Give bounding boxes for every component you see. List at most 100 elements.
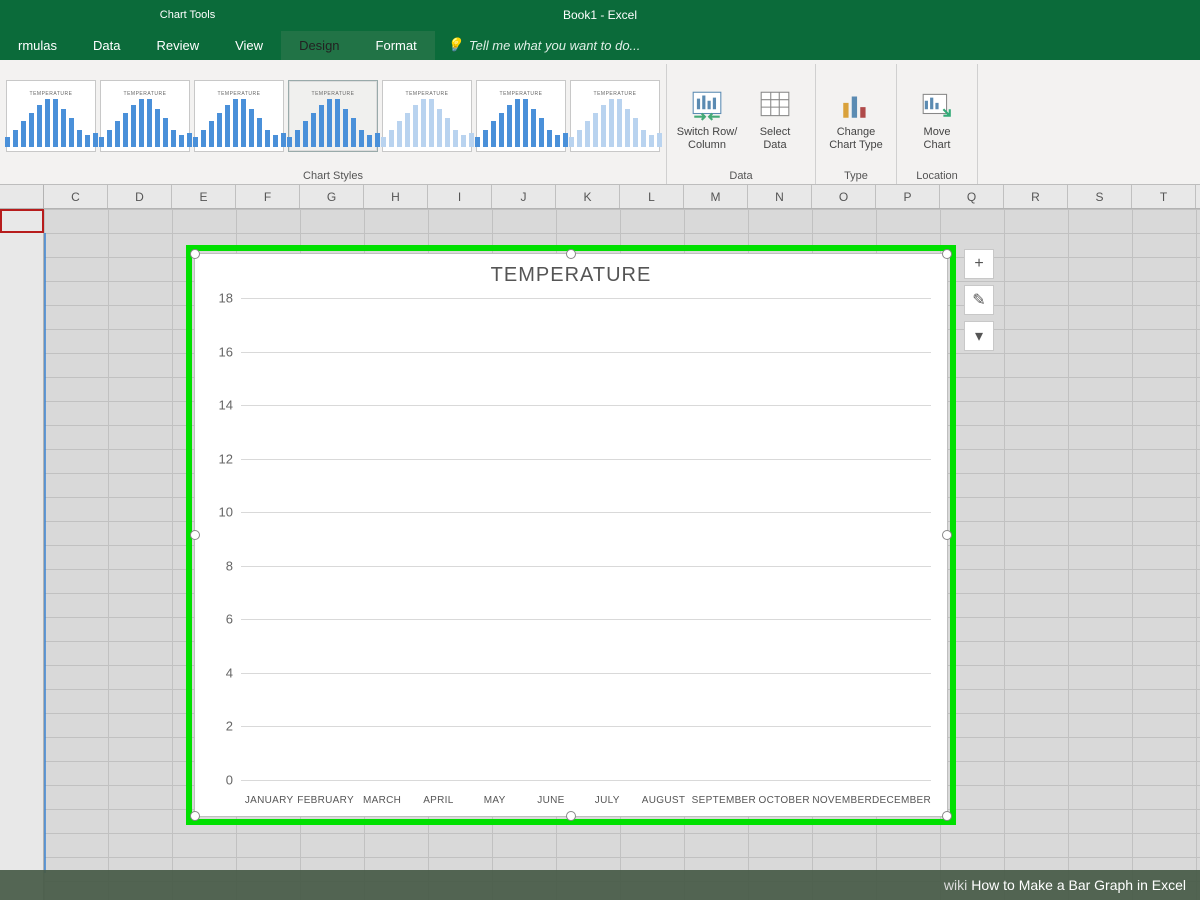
change-chart-type-icon	[839, 88, 873, 122]
col-header[interactable]: E	[172, 185, 236, 208]
chart-style-1[interactable]: TEMPERATURE	[6, 80, 96, 152]
funnel-icon: ▾	[975, 326, 983, 346]
col-header[interactable]: J	[492, 185, 556, 208]
col-header[interactable]: C	[44, 185, 108, 208]
y-tick-label: 8	[226, 558, 233, 573]
selection-indicator	[44, 233, 46, 873]
resize-handle[interactable]	[190, 249, 200, 259]
chart-styles-gallery[interactable]: TEMPERATURE TEMPERATURE TEMPERATURE TEMP…	[6, 64, 660, 168]
chart-style-3[interactable]: TEMPERATURE	[194, 80, 284, 152]
col-header[interactable]: S	[1068, 185, 1132, 208]
switch-row-column-button[interactable]: Switch Row/ Column	[673, 72, 741, 168]
switch-icon	[690, 88, 724, 122]
x-tick-label: DECEMBER	[872, 795, 931, 806]
x-tick-label: JULY	[579, 795, 635, 806]
resize-handle[interactable]	[190, 811, 200, 821]
x-tick-label: MAY	[467, 795, 523, 806]
plot-area[interactable]	[241, 298, 931, 780]
y-tick-label: 12	[219, 451, 233, 466]
resize-handle[interactable]	[566, 811, 576, 821]
title-bar: Chart Tools Book1 - Excel	[0, 0, 1200, 30]
col-header[interactable]: D	[108, 185, 172, 208]
row-headers[interactable]	[0, 209, 44, 900]
footer-title: How to Make a Bar Graph in Excel	[971, 877, 1186, 893]
chart-style-4[interactable]: TEMPERATURE	[288, 80, 378, 152]
x-tick-label: AUGUST	[635, 795, 691, 806]
chart-filters-button[interactable]: ▾	[964, 321, 994, 351]
ribbon-tabs: rmulas Data Review View Design Format 💡 …	[0, 30, 1200, 60]
tab-view[interactable]: View	[217, 31, 281, 60]
move-chart-icon	[920, 88, 954, 122]
tutorial-footer: wiki How to Make a Bar Graph in Excel	[0, 870, 1200, 900]
chart-style-6[interactable]: TEMPERATURE	[476, 80, 566, 152]
resize-handle[interactable]	[566, 249, 576, 259]
col-header[interactable]: N	[748, 185, 812, 208]
chart-style-5[interactable]: TEMPERATURE	[382, 80, 472, 152]
chart-styles-button[interactable]: ✎	[964, 285, 994, 315]
tab-format[interactable]: Format	[358, 31, 435, 60]
chart-elements-button[interactable]: +	[964, 249, 994, 279]
y-tick-label: 2	[226, 719, 233, 734]
group-data: Switch Row/ Column Select Data Data	[667, 64, 816, 184]
plus-icon: +	[974, 255, 983, 273]
y-tick-label: 0	[226, 773, 233, 788]
select-data-button[interactable]: Select Data	[741, 72, 809, 168]
tab-data[interactable]: Data	[75, 31, 138, 60]
resize-handle[interactable]	[190, 530, 200, 540]
y-axis-labels: 024681012141618	[203, 298, 237, 780]
group-label-type: Type	[844, 170, 868, 182]
document-title: Book1 - Excel	[0, 8, 1200, 22]
group-chart-styles: TEMPERATURE TEMPERATURE TEMPERATURE TEMP…	[0, 64, 667, 184]
x-tick-label: JUNE	[523, 795, 579, 806]
tell-me-search[interactable]: 💡 Tell me what you want to do...	[435, 30, 653, 60]
resize-handle[interactable]	[942, 811, 952, 821]
x-tick-label: SEPTEMBER	[692, 795, 756, 806]
col-header[interactable]: L	[620, 185, 684, 208]
tutorial-highlight: TEMPERATURE 024681012141618 JANUARYFEBRU…	[186, 245, 956, 825]
col-header[interactable]: I	[428, 185, 492, 208]
resize-handle[interactable]	[942, 530, 952, 540]
col-header[interactable]: H	[364, 185, 428, 208]
x-tick-label: FEBRUARY	[297, 795, 354, 806]
col-header[interactable]: Q	[940, 185, 1004, 208]
y-tick-label: 6	[226, 612, 233, 627]
bar-series[interactable]	[241, 298, 931, 780]
col-header[interactable]: K	[556, 185, 620, 208]
chart-style-7[interactable]: TEMPERATURE	[570, 80, 660, 152]
x-tick-label: JANUARY	[241, 795, 297, 806]
tell-me-placeholder: Tell me what you want to do...	[469, 38, 641, 53]
tab-formulas[interactable]: rmulas	[0, 31, 75, 60]
tab-review[interactable]: Review	[138, 31, 217, 60]
col-header[interactable]: F	[236, 185, 300, 208]
group-label-styles: Chart Styles	[303, 170, 363, 182]
group-type: Change Chart Type Type	[816, 64, 897, 184]
brush-icon: ✎	[972, 290, 985, 310]
x-tick-label: NOVEMBER	[812, 795, 872, 806]
col-header[interactable]: R	[1004, 185, 1068, 208]
footer-brand: wiki	[944, 877, 967, 893]
resize-handle[interactable]	[942, 249, 952, 259]
change-chart-type-button[interactable]: Change Chart Type	[822, 72, 890, 168]
y-tick-label: 16	[219, 344, 233, 359]
lightbulb-icon: 💡	[447, 37, 463, 53]
chart-style-2[interactable]: TEMPERATURE	[100, 80, 190, 152]
col-header[interactable]: T	[1132, 185, 1196, 208]
col-header[interactable]: O	[812, 185, 876, 208]
select-data-icon	[758, 88, 792, 122]
x-tick-label: APRIL	[410, 795, 466, 806]
chart-flyout-buttons: + ✎ ▾	[964, 249, 994, 351]
chart-title[interactable]: TEMPERATURE	[195, 254, 947, 291]
tab-design[interactable]: Design	[281, 31, 357, 60]
worksheet-area[interactable]: C D E F G H I J K L M N O P Q R S T T	[0, 185, 1200, 900]
chart-object[interactable]: TEMPERATURE 024681012141618 JANUARYFEBRU…	[194, 253, 948, 817]
col-header[interactable]: G	[300, 185, 364, 208]
move-chart-button[interactable]: Move Chart	[903, 72, 971, 168]
group-location: Move Chart Location	[897, 64, 978, 184]
col-header[interactable]: P	[876, 185, 940, 208]
x-tick-label: OCTOBER	[756, 795, 812, 806]
y-tick-label: 18	[219, 291, 233, 306]
select-all-corner[interactable]	[0, 185, 44, 208]
col-header[interactable]: M	[684, 185, 748, 208]
group-label-data: Data	[729, 170, 752, 182]
x-axis-labels: JANUARYFEBRUARYMARCHAPRILMAYJUNEJULYAUGU…	[241, 795, 931, 806]
